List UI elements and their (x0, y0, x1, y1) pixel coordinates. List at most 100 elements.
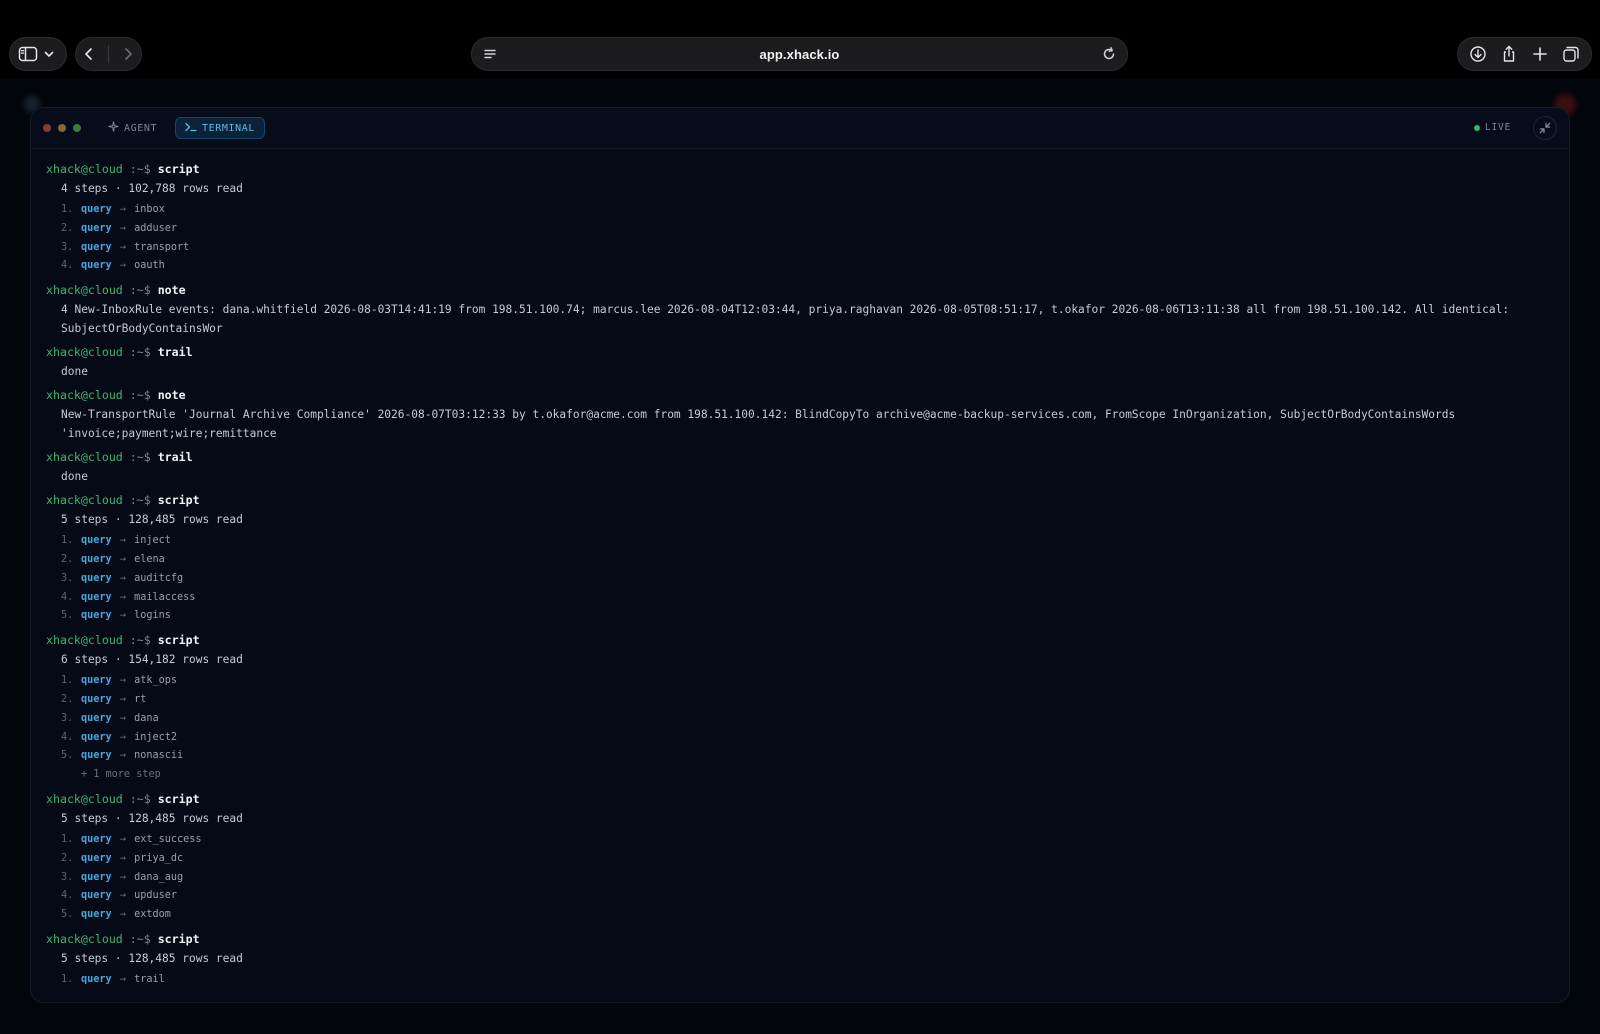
step-number: 3. (61, 712, 74, 724)
step-item: 4. query → upduser (46, 887, 1554, 906)
collapse-button[interactable] (1533, 116, 1557, 140)
step-target: atk_ops (134, 675, 178, 687)
step-keyword: query (81, 890, 112, 902)
step-target: nonascii (134, 750, 184, 762)
step-list: 1. query → trail (46, 971, 1554, 990)
url-text[interactable]: app.xhack.io (760, 47, 840, 62)
step-number: 2. (61, 553, 74, 565)
step-item: 1. query → ext_success (46, 831, 1554, 850)
step-keyword: query (81, 909, 112, 921)
nav-divider (108, 45, 109, 63)
output-line: 4 steps · 102,788 rows read (61, 182, 243, 195)
step-target: mailaccess (134, 591, 196, 603)
prompt-user: xhack@cloud (46, 450, 123, 465)
command-text: trail (157, 345, 193, 360)
prompt-path: :~$ (129, 493, 151, 508)
step-keyword: query (81, 750, 112, 762)
step-keyword: query (81, 712, 112, 724)
minimize-window-dot[interactable] (58, 124, 66, 132)
address-bar[interactable]: app.xhack.io (471, 37, 1128, 71)
prompt-line: xhack@cloud :~$ trail (46, 343, 1554, 362)
share-icon[interactable] (1500, 45, 1518, 63)
step-target: priya_dc (134, 852, 184, 864)
step-number: 4. (61, 890, 74, 902)
command-text: script (157, 931, 200, 946)
output-line: 5 steps · 128,485 rows read (61, 951, 243, 965)
step-keyword: query (81, 241, 112, 253)
new-tab-icon[interactable] (1531, 45, 1549, 63)
step-item: 2. query → priya_dc (46, 850, 1554, 869)
chevron-right-icon (125, 48, 132, 60)
step-keyword: query (81, 693, 112, 705)
prompt-line: xhack@cloud :~$ script (46, 631, 1554, 650)
command-text: note (157, 388, 186, 403)
terminal-output[interactable]: xhack@cloud :~$ script 4 steps · 102,788 … (46, 160, 1554, 1002)
prompt-line: xhack@cloud :~$ script (46, 160, 1554, 179)
tab-agent[interactable]: AGENT (99, 117, 166, 139)
command-text: script (157, 493, 200, 508)
step-number: 4. (61, 260, 74, 272)
prompt-line: xhack@cloud :~$ trail (46, 448, 1554, 467)
forward-button[interactable] (121, 46, 135, 62)
step-target: oauth (134, 260, 165, 272)
prompt-path: :~$ (129, 283, 151, 298)
step-number: 5. (61, 750, 74, 762)
arrow-right-icon: → (113, 241, 133, 253)
prompt-user: xhack@cloud (46, 931, 123, 946)
arrow-right-icon: → (113, 871, 133, 883)
page-menu-icon[interactable] (482, 46, 498, 62)
chevron-left-icon (85, 48, 92, 60)
command-text: script (157, 162, 200, 176)
back-button[interactable] (82, 46, 96, 62)
step-list: 1. query → ext_success 2. query → priya_dc 3… (46, 831, 1554, 925)
reload-icon[interactable] (1101, 46, 1117, 62)
sidebar-icon (18, 46, 38, 62)
step-target: transport (134, 241, 190, 253)
arrow-right-icon: → (113, 553, 133, 565)
tab-terminal[interactable]: TERMINAL (175, 117, 265, 139)
step-keyword: query (81, 553, 112, 565)
step-item: 4. query → oauth (46, 257, 1554, 276)
maximize-window-dot[interactable] (73, 124, 81, 132)
step-item: 4. query → inject2 (46, 729, 1554, 748)
step-keyword: query (81, 591, 112, 603)
arrow-right-icon: → (113, 222, 133, 234)
prompt-path: :~$ (129, 162, 151, 176)
terminal-header: AGENT TERMINAL LIVE (31, 108, 1569, 149)
step-target: dana_aug (134, 871, 184, 883)
download-icon[interactable] (1469, 45, 1487, 63)
arrow-right-icon: → (113, 693, 133, 705)
step-item: 5. query → extdom (46, 906, 1554, 925)
step-target: dana (134, 712, 159, 724)
step-keyword: query (81, 675, 112, 687)
step-number: 2. (61, 222, 74, 234)
step-item: 4. query → mailaccess (46, 589, 1554, 608)
output-line: done (61, 470, 88, 484)
step-number: 5. (61, 610, 74, 622)
step-keyword: query (81, 731, 112, 743)
sidebar-toggle-button[interactable] (9, 37, 67, 71)
step-number: 1. (61, 675, 74, 687)
sparkle-icon (108, 121, 119, 135)
close-window-dot[interactable] (43, 124, 51, 132)
terminal-block: xhack@cloud :~$ trail done (46, 343, 1554, 381)
prompt-path: :~$ (129, 388, 151, 403)
tab-terminal-label: TERMINAL (202, 122, 255, 134)
output-line: 4 New-InboxRule events: dana.whitfield 2… (61, 303, 1516, 336)
step-keyword: query (81, 852, 112, 864)
more-steps-label: + 1 more step (81, 769, 161, 781)
arrow-right-icon: → (113, 675, 133, 687)
step-target: ext_success (134, 833, 202, 845)
step-number: 4. (61, 731, 74, 743)
step-item: 3. query → dana_aug (46, 869, 1554, 888)
prompt-user: xhack@cloud (46, 345, 123, 360)
tab-overview-icon[interactable] (1562, 45, 1580, 63)
step-keyword: query (81, 610, 112, 622)
step-list: 1. query → atk_ops 2. query → rt 3. query → d… (46, 672, 1554, 766)
step-keyword: query (81, 260, 112, 272)
arrow-right-icon: → (113, 852, 133, 864)
prompt-user: xhack@cloud (46, 493, 123, 508)
prompt-path: :~$ (129, 345, 151, 360)
step-item: 2. query → rt (46, 691, 1554, 710)
terminal-block: xhack@cloud :~$ script 5 steps · 128,485 … (46, 930, 1554, 990)
